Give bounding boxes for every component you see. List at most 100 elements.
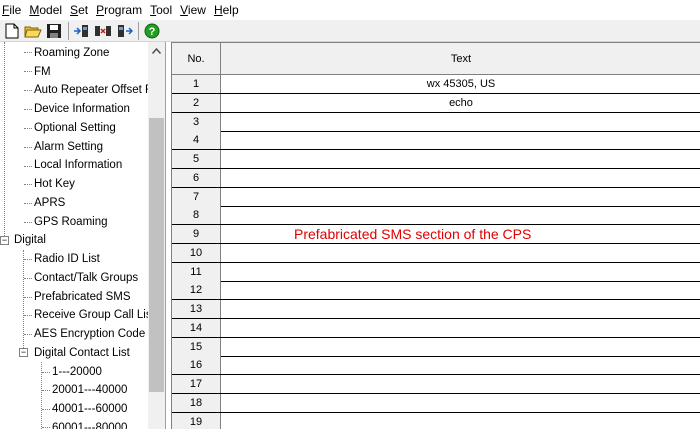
row-number-cell[interactable]: 3 bbox=[172, 112, 221, 131]
sms-text-cell[interactable] bbox=[221, 131, 700, 149]
row-number-cell[interactable]: 13 bbox=[172, 300, 221, 318]
sms-text-cell[interactable] bbox=[221, 150, 700, 168]
sms-text-cell[interactable] bbox=[221, 356, 700, 374]
tree-item-prefabricated-sms[interactable]: Prefabricated SMS bbox=[34, 288, 131, 306]
tree-item-receive-group-call-list[interactable]: Receive Group Call List bbox=[34, 306, 155, 324]
row-number-cell[interactable]: 12 bbox=[172, 281, 221, 300]
row-number-cell[interactable]: 1 bbox=[172, 75, 221, 93]
open-folder-icon[interactable] bbox=[23, 21, 43, 41]
menu-program[interactable]: Program bbox=[94, 0, 148, 20]
row-number-cell[interactable]: 16 bbox=[172, 356, 221, 375]
table-row[interactable]: 16 bbox=[172, 356, 700, 376]
sms-text-cell[interactable] bbox=[221, 188, 700, 206]
sms-text-cell[interactable] bbox=[221, 169, 700, 187]
table-row[interactable]: 14 bbox=[172, 318, 700, 338]
transfer-icon[interactable] bbox=[93, 21, 113, 41]
tree-item-digital[interactable]: Digital bbox=[14, 231, 46, 249]
menu-set[interactable]: Set bbox=[68, 0, 94, 20]
row-number-cell[interactable]: 18 bbox=[172, 393, 221, 412]
column-header-no[interactable]: No. bbox=[172, 43, 221, 75]
tree-item-alarm-setting[interactable]: Alarm Setting bbox=[34, 138, 103, 156]
tree-item-auto-repeater-offset[interactable]: Auto Repeater Offset Frec bbox=[34, 81, 165, 99]
sms-text-cell[interactable] bbox=[221, 244, 700, 262]
tree-item-aprs[interactable]: APRS bbox=[34, 194, 65, 212]
expand-collapse-icon[interactable]: − bbox=[19, 348, 28, 357]
tree-item-local-information[interactable]: Local Information bbox=[34, 156, 122, 174]
row-number-cell[interactable]: 2 bbox=[172, 93, 221, 112]
sms-text-cell[interactable] bbox=[221, 394, 700, 412]
sms-text-cell[interactable] bbox=[221, 319, 700, 337]
table-row[interactable]: 11 bbox=[172, 262, 700, 282]
menu-file[interactable]: File bbox=[0, 0, 27, 20]
tree-scrollbar[interactable] bbox=[148, 42, 165, 429]
write-radio-icon[interactable] bbox=[114, 21, 134, 41]
row-number-cell[interactable]: 17 bbox=[172, 375, 221, 393]
table-row[interactable]: 12 bbox=[172, 281, 700, 301]
table-row[interactable]: 17 bbox=[172, 375, 700, 394]
row-number-cell[interactable]: 11 bbox=[172, 262, 221, 281]
sms-text-cell[interactable] bbox=[221, 338, 700, 356]
save-icon[interactable] bbox=[44, 21, 64, 41]
tree-item-device-information[interactable]: Device Information bbox=[34, 100, 130, 118]
row-number-cell[interactable]: 9 bbox=[172, 225, 221, 243]
row-number-cell[interactable]: 8 bbox=[172, 206, 221, 225]
tree-item-hot-key[interactable]: Hot Key bbox=[34, 175, 75, 193]
table-row[interactable]: 18 bbox=[172, 393, 700, 413]
sms-text-cell[interactable] bbox=[221, 263, 700, 281]
table-row[interactable]: 6 bbox=[172, 168, 700, 188]
annotation-caption: Prefabricated SMS section of the CPS bbox=[294, 226, 532, 242]
menu-view[interactable]: View bbox=[178, 0, 212, 20]
tree-item-fm[interactable]: FM bbox=[34, 63, 51, 81]
table-row[interactable]: 2 echo bbox=[172, 93, 700, 113]
tree-item-roaming-zone[interactable]: Roaming Zone bbox=[34, 44, 109, 62]
table-row[interactable]: 7 bbox=[172, 187, 700, 207]
read-radio-icon[interactable] bbox=[72, 21, 92, 41]
tree-connector bbox=[24, 278, 32, 279]
scroll-thumb[interactable] bbox=[149, 118, 164, 392]
sms-text-cell[interactable] bbox=[221, 413, 700, 429]
tree-item-contacts-range-4[interactable]: 60001---80000 bbox=[52, 419, 127, 429]
expand-collapse-icon[interactable]: − bbox=[0, 236, 9, 245]
table-row[interactable]: 19 bbox=[172, 412, 700, 429]
sms-text-cell[interactable]: echo bbox=[221, 94, 700, 112]
menu-tool[interactable]: Tool bbox=[148, 0, 178, 20]
row-number-cell[interactable]: 19 bbox=[172, 412, 221, 429]
tree-item-contacts-range-1[interactable]: 1---20000 bbox=[52, 363, 102, 381]
tree-item-contacts-range-2[interactable]: 20001---40000 bbox=[52, 381, 127, 399]
column-header-text[interactable]: Text bbox=[221, 43, 700, 75]
table-row[interactable]: 8 bbox=[172, 206, 700, 226]
table-row[interactable]: 5 bbox=[172, 150, 700, 169]
table-row[interactable]: 10 bbox=[172, 243, 700, 263]
sms-text-cell[interactable] bbox=[221, 281, 700, 299]
help-icon[interactable]: ? bbox=[142, 21, 162, 41]
row-number-cell[interactable]: 4 bbox=[172, 131, 221, 150]
tree-connector bbox=[24, 259, 32, 260]
tree-item-contacts-range-3[interactable]: 40001---60000 bbox=[52, 400, 127, 418]
row-number-cell[interactable]: 15 bbox=[172, 337, 221, 356]
row-number-cell[interactable]: 14 bbox=[172, 318, 221, 337]
tree-item-gps-roaming[interactable]: GPS Roaming bbox=[34, 213, 108, 231]
sms-text-cell[interactable]: wx 45305, US bbox=[221, 75, 700, 93]
scroll-up-icon[interactable] bbox=[148, 42, 165, 59]
tree-item-contact-talk-groups[interactable]: Contact/Talk Groups bbox=[34, 269, 138, 287]
table-row[interactable]: 4 bbox=[172, 131, 700, 151]
tree-item-digital-contact-list[interactable]: Digital Contact List bbox=[34, 344, 130, 362]
menu-help[interactable]: Help bbox=[212, 0, 245, 20]
tree-item-optional-setting[interactable]: Optional Setting bbox=[34, 119, 116, 137]
row-number-cell[interactable]: 7 bbox=[172, 187, 221, 206]
sms-text-cell[interactable] bbox=[221, 206, 700, 224]
row-number-cell[interactable]: 10 bbox=[172, 243, 221, 262]
table-row[interactable]: 13 bbox=[172, 300, 700, 319]
tree-item-radio-id-list[interactable]: Radio ID List bbox=[34, 250, 100, 268]
new-file-icon[interactable] bbox=[2, 21, 22, 41]
table-row[interactable]: 15 bbox=[172, 337, 700, 357]
table-row[interactable]: 3 bbox=[172, 112, 700, 132]
sms-text-cell[interactable] bbox=[221, 113, 700, 131]
tree-item-aes-encryption-code[interactable]: AES Encryption Code bbox=[34, 325, 145, 343]
row-number-cell[interactable]: 6 bbox=[172, 168, 221, 187]
menu-model[interactable]: Model bbox=[27, 0, 68, 20]
sms-text-cell[interactable] bbox=[221, 300, 700, 318]
sms-text-cell[interactable] bbox=[221, 375, 700, 393]
row-number-cell[interactable]: 5 bbox=[172, 150, 221, 168]
table-row[interactable]: 1 wx 45305, US bbox=[172, 75, 700, 94]
